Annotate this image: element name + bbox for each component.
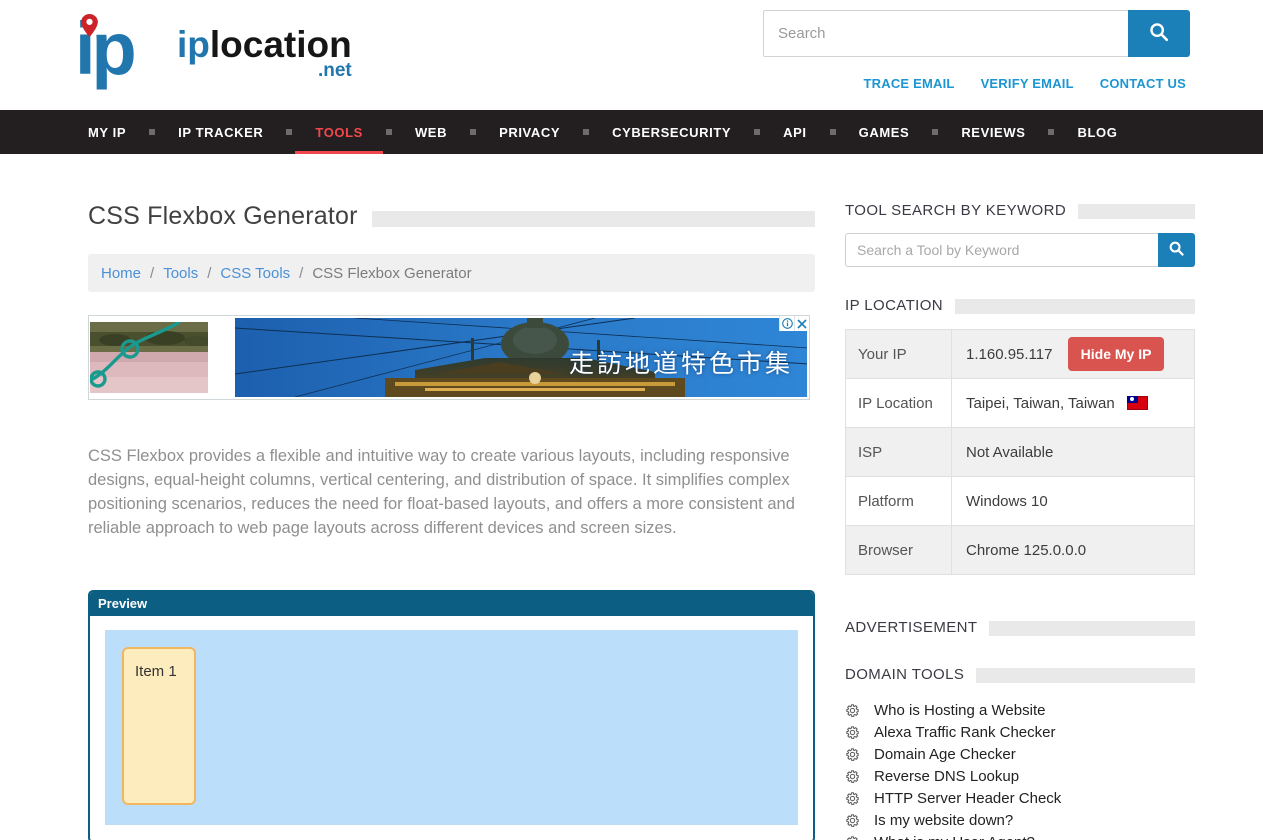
ip-location-value: Taipei, Taiwan, Taiwan: [966, 395, 1115, 412]
nav-item-tools[interactable]: TOOLS: [289, 110, 389, 154]
preview-panel-header: Preview: [90, 592, 813, 616]
isp-value: Not Available: [952, 428, 1195, 477]
nav-item-cybersecurity[interactable]: CYBERSECURITY: [586, 110, 757, 154]
table-row-ip-location: IP Location Taipei, Taiwan, Taiwan: [846, 379, 1195, 428]
preview-panel-body: Item 1: [90, 616, 813, 840]
domain-tools-list: Who is Hosting a Website Alexa Traffic R…: [845, 699, 1195, 840]
nav-item-web[interactable]: WEB: [389, 110, 473, 154]
header-search: [763, 10, 1190, 57]
domain-tool-link[interactable]: Alexa Traffic Rank Checker: [874, 724, 1055, 741]
list-item: Domain Age Checker: [845, 743, 1195, 765]
hide-my-ip-button[interactable]: Hide My IP: [1068, 337, 1165, 371]
location-pin-icon: [81, 14, 98, 42]
verify-email-link[interactable]: VERIFY EMAIL: [981, 76, 1074, 91]
logo-wordmark: iplocation .net: [177, 26, 352, 80]
breadcrumb-home[interactable]: Home: [101, 265, 141, 282]
gear-icon: [845, 747, 860, 762]
table-row-browser: Browser Chrome 125.0.0.0: [846, 526, 1195, 575]
domain-tool-link[interactable]: Reverse DNS Lookup: [874, 768, 1019, 785]
breadcrumb: Home / Tools / CSS Tools / CSS Flexbox G…: [88, 254, 815, 292]
page-title: CSS Flexbox Generator: [88, 202, 358, 231]
flexbox-preview-item[interactable]: Item 1: [122, 647, 196, 805]
domain-tool-link[interactable]: Is my website down?: [874, 812, 1013, 829]
your-ip-value: 1.160.95.117: [966, 346, 1052, 363]
gear-icon: [845, 791, 860, 806]
sidebar: TOOL SEARCH BY KEYWORD IP LOCATION Your …: [845, 202, 1195, 840]
ad-banner[interactable]: 走訪地道特色市集: [88, 315, 810, 400]
domain-tool-link[interactable]: HTTP Server Header Check: [874, 790, 1061, 807]
gear-icon: [845, 769, 860, 784]
site-header: ip iplocation .net TRACE EMAIL VERIFY EM…: [0, 0, 1263, 110]
ad-left-image: [90, 322, 208, 393]
browser-value: Chrome 125.0.0.0: [952, 526, 1195, 575]
gear-icon: [845, 725, 860, 740]
ad-controls: [779, 316, 809, 331]
logo-ip-glyph: ip: [75, 10, 177, 92]
tool-description: CSS Flexbox provides a flexible and intu…: [88, 444, 798, 540]
flexbox-preview-container: Item 1: [105, 630, 798, 825]
nav-item-privacy[interactable]: PRIVACY: [473, 110, 586, 154]
tool-search-input[interactable]: [845, 233, 1158, 267]
table-row-platform: Platform Windows 10: [846, 477, 1195, 526]
list-item: What is my User Agent?: [845, 831, 1195, 840]
gear-icon: [845, 703, 860, 718]
taiwan-flag-icon: [1127, 396, 1148, 410]
header-links: TRACE EMAIL VERIFY EMAIL CONTACT US: [864, 76, 1186, 91]
nav-item-games[interactable]: GAMES: [833, 110, 936, 154]
nav-item-blog[interactable]: BLOG: [1051, 110, 1143, 154]
main-nav: MY IP IP TRACKER TOOLS WEB PRIVACY CYBER…: [0, 110, 1263, 154]
tool-search-button[interactable]: [1158, 233, 1195, 267]
gear-icon: [845, 835, 860, 840]
search-icon: [1168, 240, 1185, 260]
title-decoration-bar: [372, 211, 815, 227]
search-button[interactable]: [1128, 10, 1190, 57]
gear-icon: [845, 813, 860, 828]
tool-search: [845, 233, 1195, 267]
ip-location-heading: IP LOCATION: [845, 297, 1195, 314]
breadcrumb-css-tools[interactable]: CSS Tools: [220, 265, 290, 282]
ad-close-icon[interactable]: [794, 316, 809, 331]
search-input[interactable]: [763, 10, 1128, 57]
search-icon: [1148, 21, 1170, 46]
table-row-your-ip: Your IP 1.160.95.117 Hide My IP: [846, 330, 1195, 379]
ip-location-table: Your IP 1.160.95.117 Hide My IP IP Locat…: [845, 329, 1195, 575]
table-row-isp: ISP Not Available: [846, 428, 1195, 477]
list-item: Is my website down?: [845, 809, 1195, 831]
breadcrumb-current: CSS Flexbox Generator: [312, 265, 471, 282]
nav-item-reviews[interactable]: REVIEWS: [935, 110, 1051, 154]
list-item: Alexa Traffic Rank Checker: [845, 721, 1195, 743]
nav-item-ip-tracker[interactable]: IP TRACKER: [152, 110, 289, 154]
nav-item-api[interactable]: API: [757, 110, 832, 154]
domain-tool-link[interactable]: Domain Age Checker: [874, 746, 1016, 763]
contact-us-link[interactable]: CONTACT US: [1100, 76, 1186, 91]
advertisement-heading: ADVERTISEMENT: [845, 619, 1195, 636]
ad-main-image: 走訪地道特色市集: [235, 318, 807, 397]
nav-item-my-ip[interactable]: MY IP: [62, 110, 152, 154]
list-item: Who is Hosting a Website: [845, 699, 1195, 721]
tool-search-heading: TOOL SEARCH BY KEYWORD: [845, 202, 1195, 219]
list-item: Reverse DNS Lookup: [845, 765, 1195, 787]
trace-email-link[interactable]: TRACE EMAIL: [864, 76, 955, 91]
site-logo[interactable]: ip iplocation .net: [75, 10, 352, 92]
list-item: HTTP Server Header Check: [845, 787, 1195, 809]
domain-tools-heading: DOMAIN TOOLS: [845, 666, 1195, 683]
platform-value: Windows 10: [952, 477, 1195, 526]
preview-panel: Preview Item 1: [88, 590, 815, 840]
domain-tool-link[interactable]: Who is Hosting a Website: [874, 702, 1045, 719]
domain-tool-link[interactable]: What is my User Agent?: [874, 834, 1035, 840]
breadcrumb-tools[interactable]: Tools: [163, 265, 198, 282]
ad-info-icon[interactable]: [779, 316, 794, 331]
ad-overlay-text: 走訪地道特色市集: [569, 344, 793, 380]
